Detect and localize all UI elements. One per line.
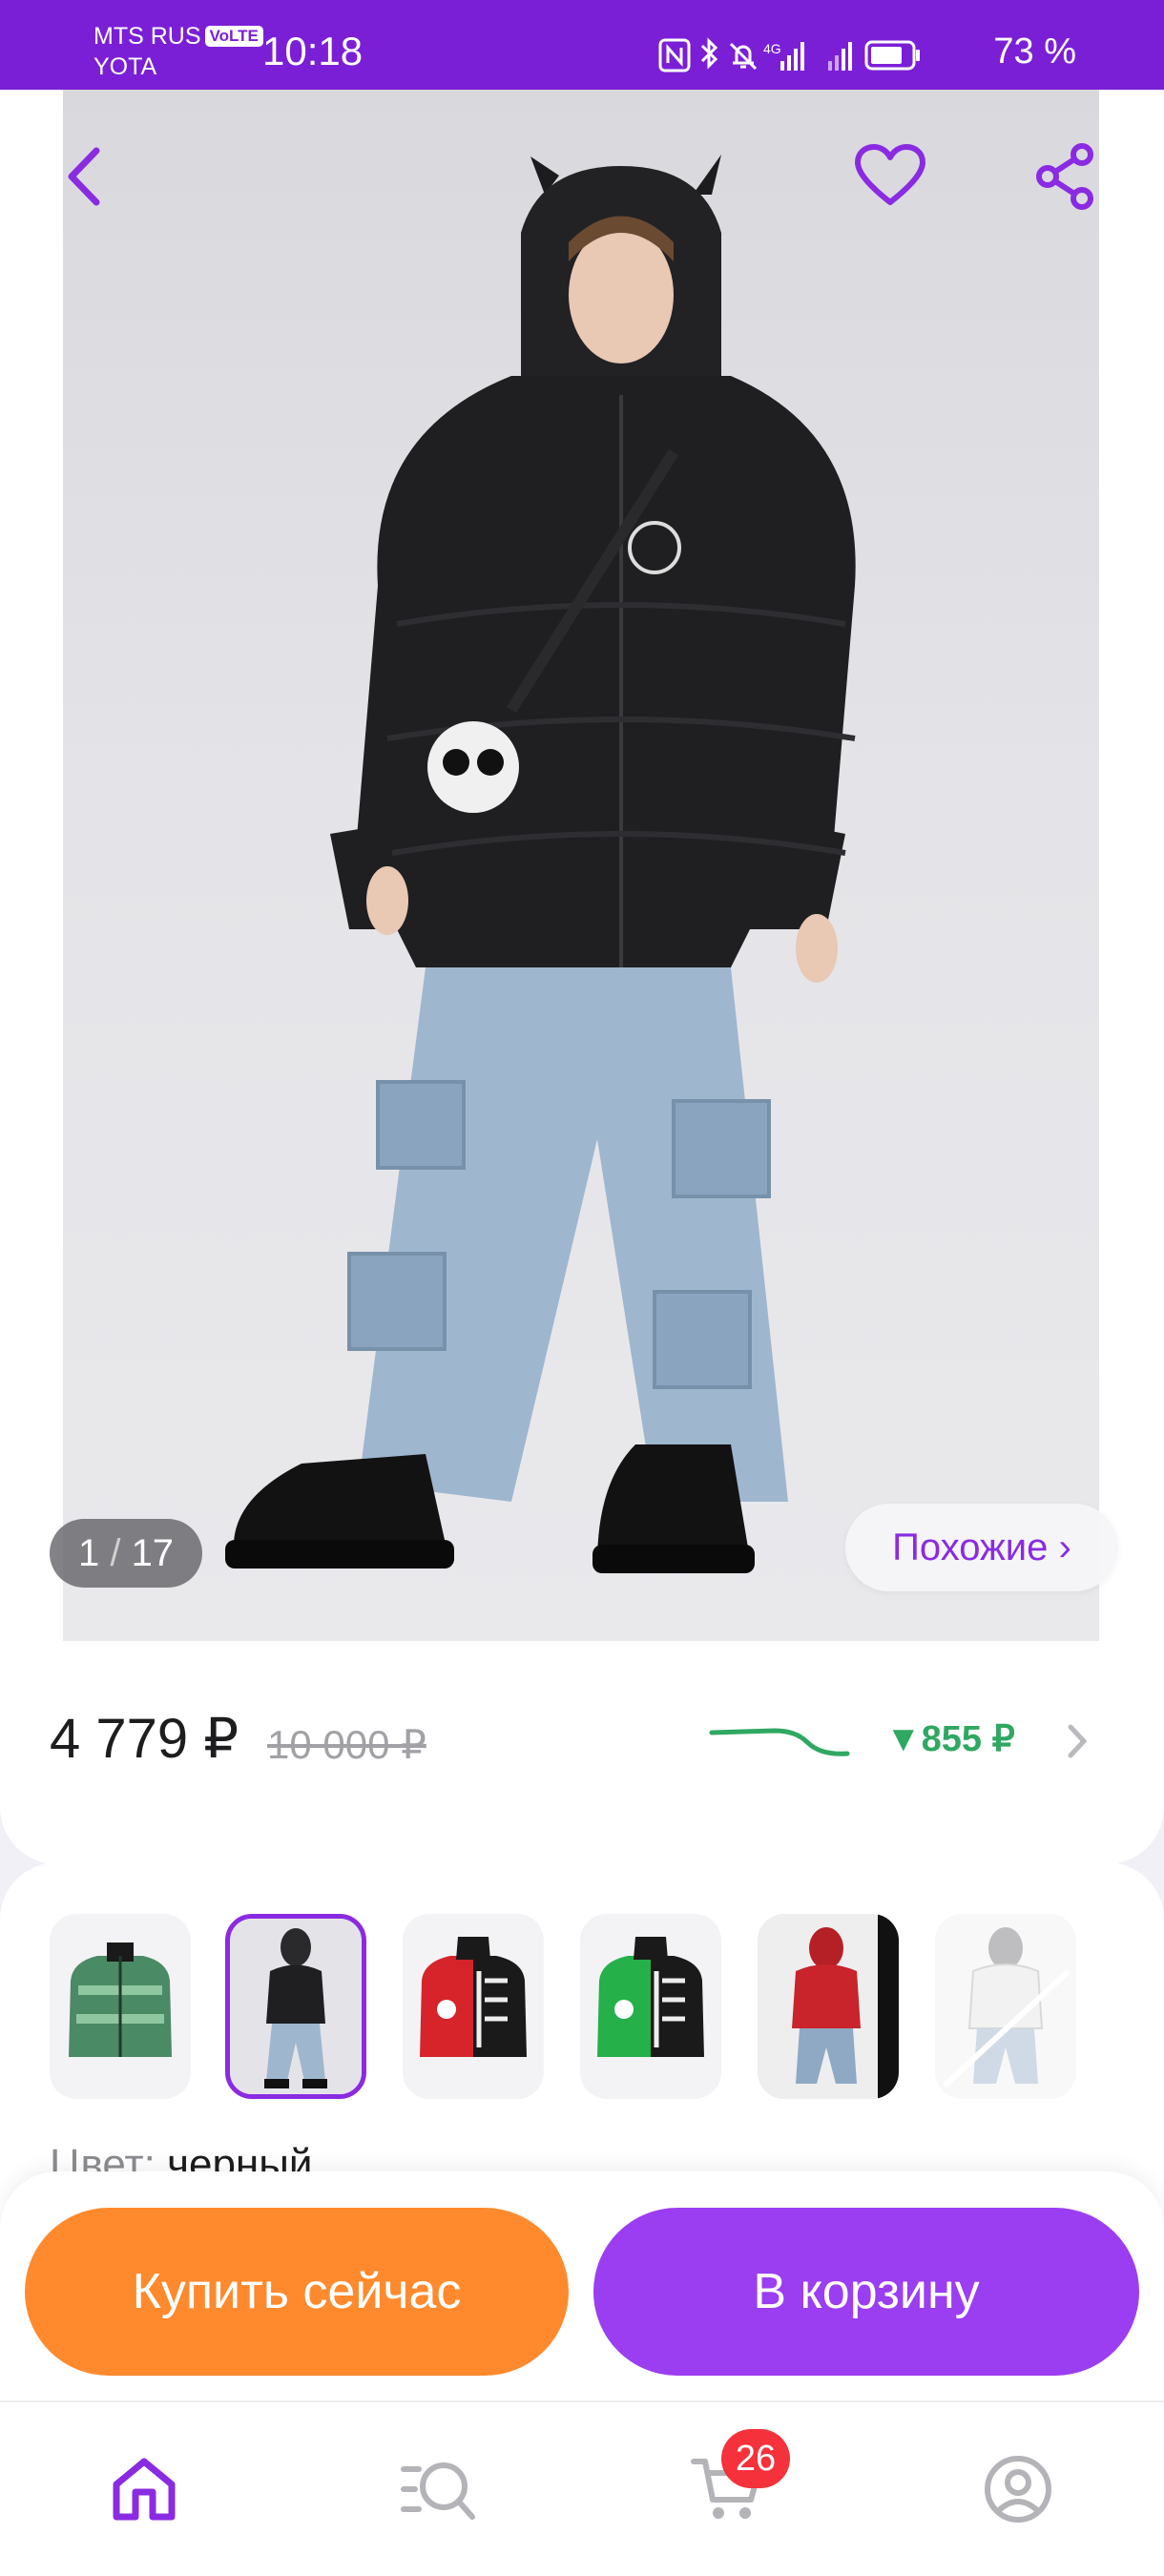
mute-icon: [729, 42, 758, 71]
variant-thumb-1[interactable]: [50, 1914, 191, 2099]
photo-current: 1: [77, 1532, 100, 1574]
battery-icon: [864, 40, 920, 71]
add-to-cart-button[interactable]: В корзину: [593, 2208, 1139, 2376]
nfc-glyph: [666, 44, 683, 67]
variant-thumb-6[interactable]: [935, 1914, 1076, 2099]
chevron-right-icon[interactable]: [1063, 1717, 1091, 1765]
status-bar: MTS RUS VoLTE YOTA 10:18 4G 73 %: [0, 0, 1164, 90]
price-row: 4 779 ₽ 10 000 ₽ ▼855 ₽: [0, 1689, 1164, 1794]
clock: 10:18: [262, 29, 364, 73]
home-icon: [113, 2458, 176, 2521]
price-trend-icon[interactable]: [708, 1714, 851, 1771]
catalog-search-icon: [401, 2462, 475, 2520]
variant-white-jacket-model-image: [942, 1927, 1071, 2088]
photo-counter: 1 / 17: [50, 1519, 202, 1588]
nav-home[interactable]: [101, 2446, 187, 2532]
variant-red-black-jacket-image: [420, 1937, 527, 2057]
variant-black-jacket-model-image: [230, 1919, 362, 2094]
photo-separator: /: [110, 1532, 121, 1574]
buy-now-button[interactable]: Купить сейчас: [25, 2208, 569, 2376]
screen: MTS RUS VoLTE YOTA 10:18 4G 73 % 1 / 17 …: [0, 0, 1164, 2576]
variant-green-black-jacket-image: [597, 1937, 704, 2057]
signal-1-icon: [780, 42, 804, 71]
variant-thumb-3[interactable]: [403, 1914, 544, 2099]
favorite-button[interactable]: [847, 134, 933, 219]
share-icon: [1036, 143, 1093, 210]
variant-thumb-5[interactable]: [758, 1914, 899, 2099]
back-arrow-icon: [68, 147, 100, 206]
variant-thumb-4[interactable]: [580, 1914, 721, 2099]
current-price: 4 779 ₽: [50, 1708, 239, 1770]
share-button[interactable]: [1023, 134, 1109, 219]
back-button[interactable]: [42, 134, 128, 219]
cart-count-badge: 26: [721, 2429, 790, 2488]
carrier-2: YOTA: [94, 53, 157, 80]
status-icons-svg: 4G: [658, 37, 920, 73]
price-drop[interactable]: ▼855 ₽: [885, 1715, 1015, 1763]
variant-thumb-2-selected[interactable]: [225, 1914, 366, 2099]
variant-green-jacket-image: [69, 1942, 172, 2057]
battery-percent: 73 %: [993, 31, 1076, 72]
signal-2-icon: [828, 42, 852, 71]
carriers: MTS RUS VoLTE YOTA: [94, 21, 263, 82]
photo-total: 17: [131, 1532, 175, 1574]
nav-catalog[interactable]: [395, 2446, 481, 2532]
status-icons: 4G: [656, 34, 971, 73]
product-photo[interactable]: [63, 90, 1099, 1641]
carrier-1: MTS RUS: [94, 23, 201, 50]
volte-badge: VoLTE: [204, 26, 263, 47]
heart-icon: [855, 144, 925, 205]
bluetooth-icon: [700, 37, 718, 70]
old-price: 10 000 ₽: [267, 1722, 426, 1767]
nav-profile[interactable]: [975, 2446, 1061, 2532]
similar-button[interactable]: Похожие ›: [845, 1504, 1118, 1591]
product-photo-illustration: [225, 155, 856, 1573]
variant-red-jacket-model-image: [758, 1914, 899, 2099]
profile-icon: [985, 2456, 1051, 2523]
network-label: 4G: [763, 41, 781, 56]
